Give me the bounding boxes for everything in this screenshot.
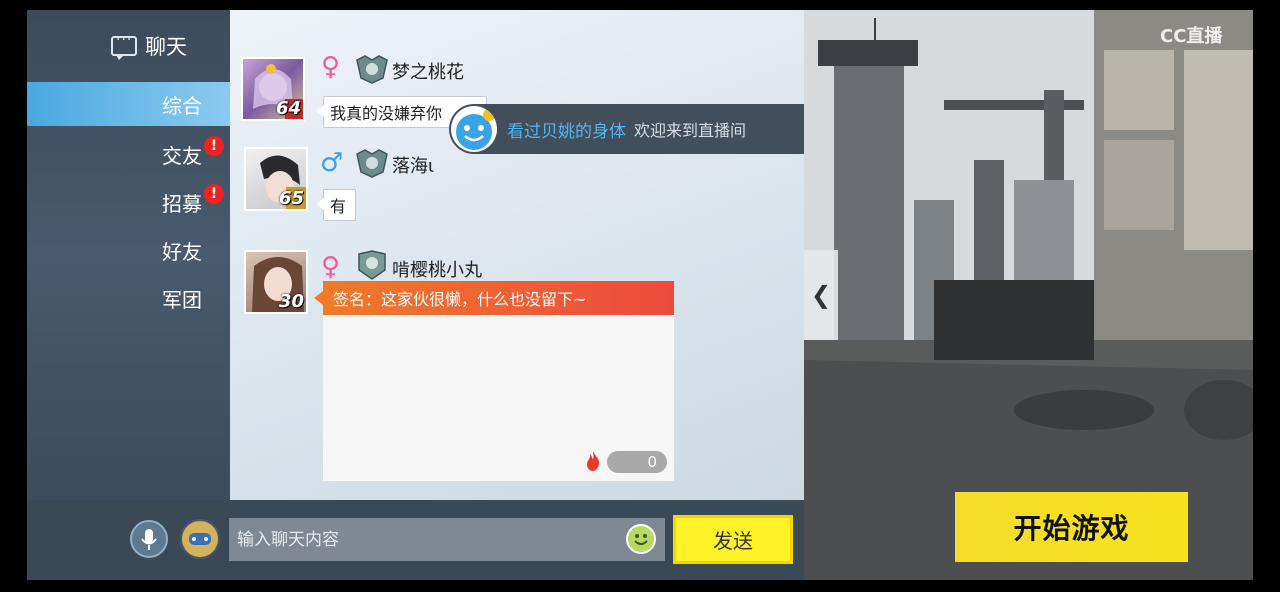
sidebar-header: 聊天 bbox=[111, 32, 187, 60]
user-avatar[interactable]: 30 bbox=[244, 250, 308, 314]
viewer-avatar bbox=[451, 106, 497, 152]
chat-bubble-icon bbox=[111, 32, 137, 60]
username[interactable]: 啃樱桃小丸 bbox=[392, 256, 482, 282]
watermark-text: CC直播 bbox=[1160, 26, 1223, 47]
tab-legion[interactable]: 军团 bbox=[27, 276, 230, 320]
signature-text: 签名：这家伙很懒，什么也没留下~ bbox=[333, 290, 587, 309]
mascot-icon bbox=[456, 109, 495, 150]
start-game-button[interactable]: 开始游戏 bbox=[955, 492, 1188, 562]
message-text: 我真的没嫌弃你 bbox=[330, 104, 443, 123]
alert-badge: ! bbox=[204, 136, 224, 156]
like-counter[interactable]: 0 bbox=[607, 451, 667, 473]
microphone-icon bbox=[141, 529, 157, 550]
viewer-name: 看过贝姚的身体 bbox=[507, 121, 626, 142]
welcome-text: 欢迎来到直播间 bbox=[634, 121, 747, 140]
stream-watermark: CC直播 bbox=[1160, 22, 1222, 48]
user-level: 30 bbox=[278, 291, 304, 312]
tab-label: 交友 bbox=[162, 143, 202, 168]
chat-message-list[interactable]: 64 ♀ 梦之桃花 我真的没嫌弃你 65 ♂ 落海ι 有 30 ♀ 啃樱桃小丸 … bbox=[230, 10, 804, 500]
profile-card: 签名：这家伙很懒，什么也没留下~ 0 bbox=[314, 281, 674, 481]
gamepad-icon bbox=[182, 521, 218, 557]
tab-recruit[interactable]: 招募 ! bbox=[27, 180, 230, 224]
like-count: 0 bbox=[647, 453, 657, 471]
chevron-left-icon: ❮ bbox=[810, 281, 832, 309]
chat-sidebar: 聊天 综合 交友 ! 招募 ! 好友 军团 bbox=[27, 10, 230, 500]
username[interactable]: 落海ι bbox=[392, 152, 434, 178]
username[interactable]: 梦之桃花 bbox=[392, 58, 464, 84]
rank-emblem-icon bbox=[356, 55, 388, 84]
male-icon: ♂ bbox=[320, 148, 344, 178]
tab-general[interactable]: 综合 bbox=[27, 82, 230, 126]
fire-icon[interactable] bbox=[585, 451, 601, 471]
signature-bar: 签名：这家伙很懒，什么也没留下~ bbox=[314, 281, 674, 315]
tab-label: 综合 bbox=[162, 93, 202, 118]
chat-input[interactable] bbox=[229, 518, 665, 561]
sidebar-title: 聊天 bbox=[145, 35, 187, 59]
chat-input-bar: 发送 bbox=[27, 500, 804, 580]
tab-friends[interactable]: 好友 bbox=[27, 228, 230, 272]
alert-badge: ! bbox=[204, 184, 224, 204]
tab-label: 招募 bbox=[162, 191, 202, 216]
smiley-icon bbox=[634, 534, 648, 545]
tab-friends-social[interactable]: 交友 ! bbox=[27, 132, 230, 176]
message-bubble: 有 bbox=[316, 189, 356, 221]
message-text: 有 bbox=[330, 197, 347, 216]
user-avatar[interactable]: 65 bbox=[244, 147, 308, 211]
send-label: 发送 bbox=[713, 529, 753, 553]
female-icon: ♀ bbox=[321, 52, 341, 82]
emoji-button[interactable] bbox=[626, 524, 656, 554]
send-button[interactable]: 发送 bbox=[673, 515, 793, 564]
user-level: 65 bbox=[278, 188, 304, 209]
emote-pack-button[interactable] bbox=[180, 519, 220, 559]
user-avatar[interactable]: 64 bbox=[241, 57, 305, 121]
collapse-panel-button[interactable]: ❮ bbox=[804, 250, 838, 340]
tab-label: 军团 bbox=[162, 287, 202, 312]
start-game-label: 开始游戏 bbox=[1013, 512, 1130, 545]
voice-button[interactable] bbox=[130, 520, 168, 558]
rank-emblem-icon bbox=[356, 149, 388, 178]
female-icon: ♀ bbox=[321, 252, 341, 282]
rank-emblem-icon bbox=[358, 250, 386, 280]
tab-label: 好友 bbox=[162, 239, 202, 264]
user-level: 64 bbox=[275, 98, 301, 119]
